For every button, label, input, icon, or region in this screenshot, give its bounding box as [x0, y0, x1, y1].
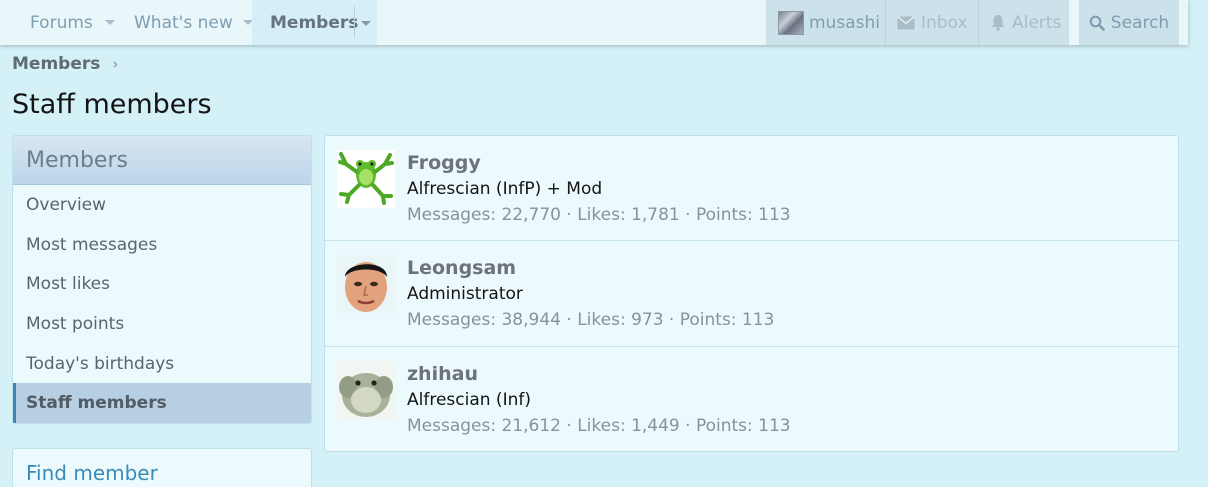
- user-photo-icon: [337, 255, 395, 314]
- page-title: Staff members: [12, 89, 212, 120]
- search-icon: [1089, 15, 1105, 31]
- list-item: Froggy Alfrescian (InfP) + Mod Messages:…: [325, 136, 1178, 242]
- top-navigation: Forums What's new Members musashi Inbox …: [0, 0, 1188, 45]
- member-title: Alfrescian (Inf): [407, 389, 531, 410]
- avatar[interactable]: [337, 150, 395, 208]
- sidebar-item-most-messages[interactable]: Most messages: [13, 225, 311, 265]
- tab-whats-new[interactable]: What's new: [134, 0, 253, 45]
- avatar[interactable]: [337, 255, 395, 314]
- alerts-label: Alerts: [1012, 12, 1062, 33]
- member-title: Alfrescian (InfP) + Mod: [407, 179, 603, 199]
- sidebar-item-most-likes[interactable]: Most likes: [13, 264, 311, 304]
- tab-forums[interactable]: Forums: [30, 0, 115, 45]
- list-item: Leongsam Administrator Messages: 38,944 …: [325, 241, 1178, 347]
- member-stats: Messages: 22,770 · Likes: 1,781 · Points…: [407, 205, 791, 225]
- envelope-icon: [897, 15, 915, 29]
- member-name[interactable]: Leongsam: [407, 257, 516, 279]
- username: musashi: [809, 12, 880, 33]
- alerts-link[interactable]: Alerts: [990, 0, 1061, 45]
- inbox-link[interactable]: Inbox: [897, 0, 968, 45]
- member-title: Administrator: [407, 284, 523, 305]
- member-stats: Messages: 38,944 · Likes: 973 · Points: …: [407, 310, 775, 331]
- tab-forums-label: Forums: [30, 12, 93, 33]
- member-list: Froggy Alfrescian (InfP) + Mod Messages:…: [324, 135, 1179, 452]
- sidebar-item-todays-birthdays[interactable]: Today's birthdays: [13, 344, 311, 384]
- tab-members[interactable]: Members: [252, 0, 377, 45]
- tab-members-label: Members: [270, 12, 359, 33]
- list-item: zhihau Alfrescian (Inf) Messages: 21,612…: [325, 347, 1178, 452]
- sidebar-members-block: Members Overview Most messages Most like…: [12, 135, 312, 424]
- sidebar-item-overview[interactable]: Overview: [13, 185, 311, 225]
- search-label: Search: [1110, 12, 1170, 33]
- divider: [354, 6, 355, 38]
- member-stats: Messages: 21,612 · Likes: 1,449 · Points…: [407, 415, 791, 436]
- member-name[interactable]: zhihau: [407, 363, 478, 385]
- search-button[interactable]: Search: [1079, 0, 1179, 45]
- find-member-link[interactable]: Find member: [26, 461, 158, 485]
- bell-icon: [991, 15, 1005, 31]
- inbox-label: Inbox: [921, 12, 968, 33]
- divider: [978, 0, 979, 45]
- chevron-down-icon[interactable]: [361, 21, 371, 26]
- find-member-block: Find member: [12, 448, 312, 487]
- tab-whats-new-label: What's new: [134, 12, 233, 33]
- plush-toy-icon: [337, 360, 395, 419]
- chevron-right-icon: ›: [112, 55, 119, 73]
- member-name[interactable]: Froggy: [407, 152, 481, 174]
- chevron-down-icon[interactable]: [104, 20, 115, 25]
- breadcrumb-members-link[interactable]: Members: [12, 54, 100, 74]
- avatar: [778, 10, 804, 35]
- avatar[interactable]: [337, 360, 395, 419]
- breadcrumb: Members ›: [12, 54, 118, 74]
- divider: [885, 0, 886, 45]
- frog-icon: [337, 150, 395, 208]
- sidebar-item-staff-members[interactable]: Staff members: [13, 383, 311, 423]
- account-link[interactable]: musashi: [778, 0, 880, 45]
- sidebar-item-most-points[interactable]: Most points: [13, 304, 311, 344]
- sidebar-heading: Members: [13, 136, 311, 185]
